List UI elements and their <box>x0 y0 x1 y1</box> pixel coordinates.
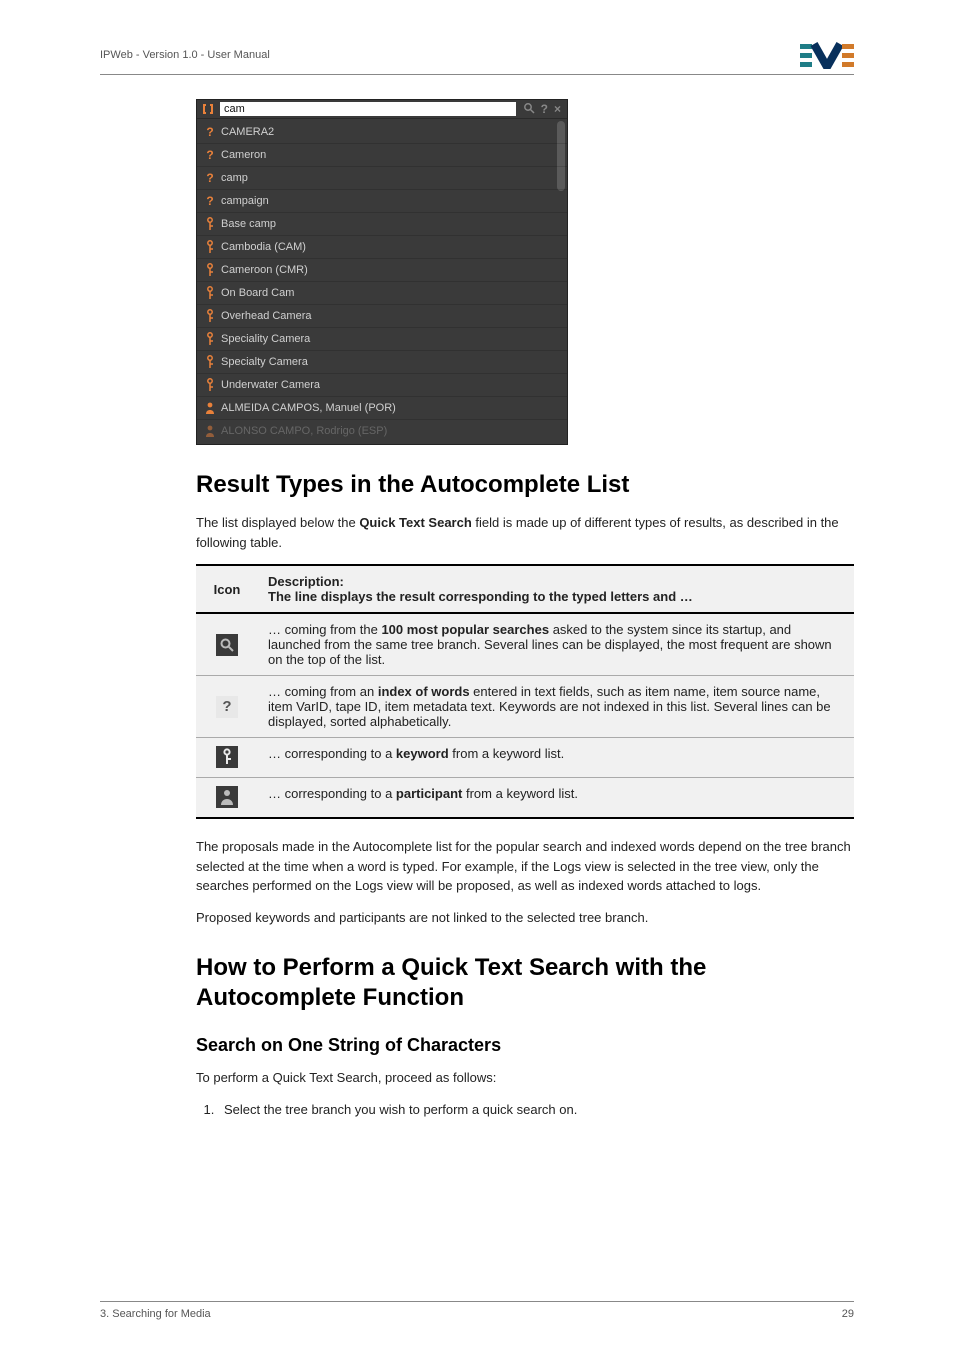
paragraph: To perform a Quick Text Search, proceed … <box>196 1068 854 1088</box>
magnifier-icon <box>216 634 238 656</box>
paragraph: Proposed keywords and participants are n… <box>196 908 854 928</box>
list-item[interactable]: Base camp <box>197 213 567 236</box>
list-item[interactable]: ? camp <box>197 167 567 190</box>
th-description: Description: The line displays the resul… <box>258 565 854 613</box>
autocomplete-list: ? CAMERA2 ? Cameron ? camp ? campaign Ba… <box>197 119 567 444</box>
search-input[interactable] <box>220 102 516 116</box>
table-cell: … coming from an index of words entered … <box>258 676 854 738</box>
doc-footer: 3. Searching for Media 29 <box>100 1301 854 1320</box>
result-types-table: Icon Description: The line displays the … <box>196 564 854 819</box>
list-item[interactable]: Speciality Camera <box>197 328 567 351</box>
index-icon: ? <box>203 125 217 139</box>
keyword-icon <box>203 240 217 254</box>
index-icon: ? <box>203 194 217 208</box>
keyword-icon <box>203 332 217 346</box>
table-row: … coming from the 100 most popular searc… <box>196 613 854 676</box>
list-item[interactable]: ALONSO CAMPO, Rodrigo (ESP) <box>197 420 567 442</box>
bracket-icon <box>197 100 219 118</box>
paragraph: The proposals made in the Autocomplete l… <box>196 837 854 896</box>
list-item[interactable]: Cameroon (CMR) <box>197 259 567 282</box>
intro-paragraph: The list displayed below the Quick Text … <box>196 513 854 552</box>
list-item[interactable]: Overhead Camera <box>197 305 567 328</box>
content: Result Types in the Autocomplete List Th… <box>196 471 854 1119</box>
index-icon: ? <box>203 148 217 162</box>
keyword-icon <box>203 355 217 369</box>
search-bar: ? × <box>197 100 567 119</box>
steps-list: Select the tree branch you wish to perfo… <box>196 1100 854 1120</box>
list-item[interactable]: Underwater Camera <box>197 374 567 397</box>
table-cell: … corresponding to a participant from a … <box>258 778 854 819</box>
participant-icon <box>203 424 217 438</box>
table-cell: … coming from the 100 most popular searc… <box>258 613 854 676</box>
section-heading: How to Perform a Quick Text Search with … <box>196 953 854 1013</box>
keyword-icon <box>203 217 217 231</box>
help-icon[interactable]: ? <box>541 102 548 116</box>
participant-icon <box>216 786 238 808</box>
list-item[interactable]: ALMEIDA CAMPOS, Manuel (POR) <box>197 397 567 420</box>
subsection-heading: Search on One String of Characters <box>196 1035 854 1056</box>
keyword-icon <box>203 309 217 323</box>
table-row: ? … coming from an index of words entere… <box>196 676 854 738</box>
table-row: … corresponding to a participant from a … <box>196 778 854 819</box>
table-row: … corresponding to a keyword from a keyw… <box>196 738 854 778</box>
keyword-icon <box>203 378 217 392</box>
list-item[interactable]: Specialty Camera <box>197 351 567 374</box>
question-icon: ? <box>216 696 238 718</box>
list-item[interactable]: ? Cameron <box>197 144 567 167</box>
table-cell: … corresponding to a keyword from a keyw… <box>258 738 854 778</box>
close-icon[interactable]: × <box>554 102 561 116</box>
section-heading: Result Types in the Autocomplete List <box>196 471 854 499</box>
evs-logo <box>800 40 854 70</box>
list-item[interactable]: On Board Cam <box>197 282 567 305</box>
list-item[interactable]: ? CAMERA2 <box>197 121 567 144</box>
autocomplete-panel: ? × ? CAMERA2 ? Cameron ? camp ? campaig… <box>196 99 568 445</box>
participant-icon <box>203 401 217 415</box>
index-icon: ? <box>203 171 217 185</box>
magnifier-icon[interactable] <box>523 102 535 117</box>
footer-chapter: 3. Searching for Media <box>100 1308 211 1320</box>
th-icon: Icon <box>196 565 258 613</box>
keyword-icon <box>216 746 238 768</box>
doc-header: IPWeb - Version 1.0 - User Manual <box>100 40 854 75</box>
keyword-icon <box>203 263 217 277</box>
keyword-icon <box>203 286 217 300</box>
footer-page: 29 <box>842 1308 854 1320</box>
list-item[interactable]: ? campaign <box>197 190 567 213</box>
step-item: Select the tree branch you wish to perfo… <box>218 1100 854 1120</box>
doc-title: IPWeb - Version 1.0 - User Manual <box>100 49 270 61</box>
list-item[interactable]: Cambodia (CAM) <box>197 236 567 259</box>
